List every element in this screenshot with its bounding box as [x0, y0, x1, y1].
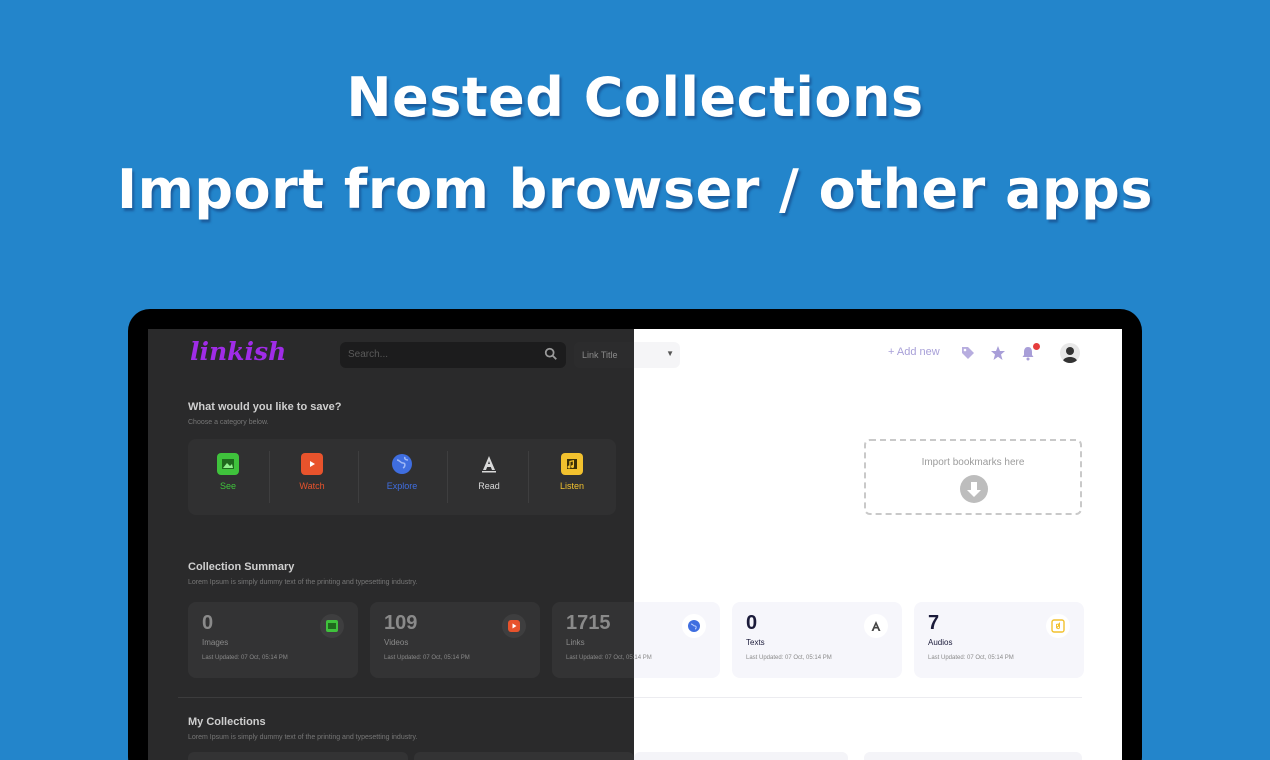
- divider: [528, 451, 529, 503]
- tag-icon[interactable]: [960, 345, 976, 361]
- divider: [269, 451, 270, 503]
- category-label: Watch: [299, 481, 325, 491]
- collection-card[interactable]: [864, 752, 1082, 760]
- video-icon: [301, 453, 323, 475]
- top-bar: linkish Search... Link Title ▼ + Add new: [148, 329, 1122, 381]
- card-updated: Last Updated: 07 Oct, 05:14 PM: [928, 655, 1014, 661]
- category-watch[interactable]: Watch: [272, 453, 352, 491]
- card-count: 7: [928, 612, 940, 634]
- summary-card-texts[interactable]: 0 Texts Last Updated: 07 Oct, 05:14 PM: [732, 602, 902, 678]
- category-panel: See Watch Explore Read Listen: [188, 439, 616, 515]
- text-icon: [478, 453, 500, 475]
- chevron-down-icon: ▼: [666, 349, 674, 358]
- download-icon: [960, 475, 988, 503]
- summary-card-links[interactable]: 1715 Links Last Updated: 07 Oct, 05:14 P…: [552, 602, 720, 678]
- category-label: Explore: [386, 481, 418, 491]
- card-count: 109: [384, 612, 418, 634]
- globe-icon: [682, 614, 706, 638]
- card-count: 1715: [566, 612, 611, 634]
- collections-title: My Collections: [188, 716, 266, 728]
- import-bookmarks-dropzone[interactable]: Import bookmarks here: [864, 439, 1082, 515]
- card-updated: Last Updated: 07 Oct, 05:14 PM: [566, 655, 652, 661]
- summary-card-audios[interactable]: 7 Audios Last Updated: 07 Oct, 05:14 PM: [914, 602, 1084, 678]
- collection-card[interactable]: [188, 752, 408, 760]
- image-icon: [320, 614, 344, 638]
- category-explore[interactable]: Explore: [362, 453, 442, 491]
- music-icon: [561, 453, 583, 475]
- collections-subtitle: Lorem Ipsum is simply dummy text of the …: [188, 734, 418, 741]
- star-icon[interactable]: [990, 345, 1006, 361]
- filter-select[interactable]: Link Title ▼: [574, 342, 680, 368]
- collection-card[interactable]: [414, 752, 634, 760]
- category-listen[interactable]: Listen: [532, 453, 612, 491]
- category-see[interactable]: See: [188, 453, 268, 491]
- card-updated: Last Updated: 07 Oct, 05:14 PM: [384, 655, 470, 661]
- user-icon: [1062, 347, 1078, 363]
- text-icon: [864, 614, 888, 638]
- card-count: 0: [746, 612, 758, 634]
- save-section-subtitle: Choose a category below.: [188, 419, 269, 426]
- summary-card-videos[interactable]: 109 Videos Last Updated: 07 Oct, 05:14 P…: [370, 602, 540, 678]
- card-label: Texts: [746, 638, 765, 647]
- avatar[interactable]: [1060, 343, 1080, 363]
- divider: [447, 451, 448, 503]
- search-input[interactable]: Search...: [340, 342, 566, 368]
- collection-card[interactable]: [634, 752, 848, 760]
- category-label: Read: [478, 481, 500, 491]
- card-label: Links: [566, 638, 585, 647]
- image-icon: [217, 453, 239, 475]
- category-read[interactable]: Read: [449, 453, 529, 491]
- summary-card-images[interactable]: 0 Images Last Updated: 07 Oct, 05:14 PM: [188, 602, 358, 678]
- filter-select-value: Link Title: [582, 350, 618, 360]
- save-section-title: What would you like to save?: [188, 401, 342, 413]
- card-updated: Last Updated: 07 Oct, 05:14 PM: [202, 655, 288, 661]
- app-screen: linkish Search... Link Title ▼ + Add new: [148, 329, 1122, 760]
- dark-theme-half: [148, 329, 634, 760]
- music-icon: [1046, 614, 1070, 638]
- category-label: Listen: [559, 481, 585, 491]
- search-icon[interactable]: [544, 347, 558, 361]
- section-divider: [178, 697, 1082, 698]
- card-label: Videos: [384, 638, 409, 647]
- card-count: 0: [202, 612, 214, 634]
- card-updated: Last Updated: 07 Oct, 05:14 PM: [746, 655, 832, 661]
- search-placeholder: Search...: [348, 349, 389, 360]
- card-label: Audios: [928, 638, 953, 647]
- category-label: See: [219, 481, 236, 491]
- notification-badge: [1032, 342, 1041, 351]
- headline-line-2: Import from browser / other apps: [117, 158, 1153, 221]
- app-logo[interactable]: linkish: [190, 337, 286, 366]
- summary-subtitle: Lorem Ipsum is simply dummy text of the …: [188, 579, 418, 586]
- video-icon: [502, 614, 526, 638]
- headline-line-1: Nested Collections: [346, 66, 924, 129]
- globe-icon: [391, 453, 413, 475]
- divider: [358, 451, 359, 503]
- add-new-button[interactable]: + Add new: [888, 346, 940, 358]
- summary-title: Collection Summary: [188, 561, 295, 573]
- card-label: Images: [202, 638, 229, 647]
- import-label: Import bookmarks here: [921, 457, 1025, 468]
